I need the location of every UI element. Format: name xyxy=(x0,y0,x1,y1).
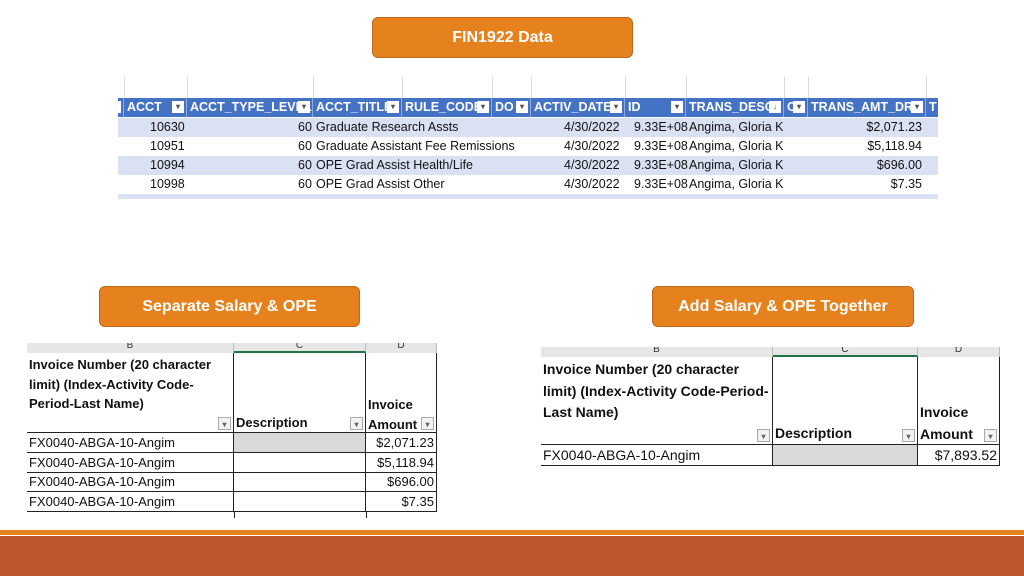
footer-bar xyxy=(0,536,1024,576)
invoice-number-cell[interactable]: FX0040-ABGA-10-Angim xyxy=(27,492,234,512)
fin1922-table: ▾ ACCT▾ ACCT_TYPE_LEVEL▾ ACCT_TITLE▾ RUL… xyxy=(118,77,938,199)
header-acct-title[interactable]: ACCT_TITLE ▾ xyxy=(313,98,402,117)
filter-dropdown-icon: ▾ xyxy=(793,101,805,113)
amount-cell[interactable]: $2,071.23 xyxy=(366,433,437,453)
header-description[interactable]: Description ▾ xyxy=(234,353,366,433)
filter-dropdown-icon: ▾ xyxy=(477,101,489,113)
footer-accent-line xyxy=(0,530,1024,535)
amount-cell[interactable]: $7,893.52 xyxy=(918,445,1000,466)
filter-dropdown-icon: ▾ xyxy=(902,429,915,442)
header-trans-desc[interactable]: TRANS_DESC ↓ xyxy=(686,98,784,117)
fin1922-data-button: FIN1922 Data xyxy=(372,17,633,58)
sort-filter-icon: ↓ xyxy=(769,101,781,113)
table-row: 10951 60 Graduate Assistant Fee Remissions… xyxy=(150,139,922,153)
description-cell[interactable] xyxy=(234,453,366,473)
filter-dropdown-icon: ▾ xyxy=(350,417,363,430)
filter-dropdown-icon: ▾ xyxy=(984,429,997,442)
filter-dropdown-icon: ▾ xyxy=(218,417,231,430)
filter-dropdown-icon: ▾ xyxy=(757,429,770,442)
header-do[interactable]: DO ▾ xyxy=(492,98,531,117)
header-invoice-amount[interactable]: Invoice Amount ▾ xyxy=(366,353,437,433)
description-cell[interactable] xyxy=(773,445,918,466)
filter-dropdown-icon: ▾ xyxy=(387,101,399,113)
amount-cell[interactable]: $7.35 xyxy=(366,492,437,512)
table-row: 10998 60 OPE Grad Assist Other 4/30/2022 9.3… xyxy=(150,177,922,191)
amount-cell[interactable]: $5,118.94 xyxy=(366,453,437,473)
description-cell[interactable] xyxy=(234,492,366,512)
filter-dropdown-icon: ▾ xyxy=(298,101,310,113)
header-id[interactable]: ID ▾ xyxy=(625,98,686,117)
header-invoice-amount[interactable]: Invoice Amount ▾ xyxy=(918,357,1000,445)
header-acct[interactable]: ACCT ▾ xyxy=(124,98,187,117)
amount-cell[interactable]: $696.00 xyxy=(366,473,437,492)
table-header: ▾ ACCT▾ ACCT_TYPE_LEVEL▾ ACCT_TITLE▾ RUL… xyxy=(118,98,938,117)
filter-dropdown-icon: ▾ xyxy=(911,101,923,113)
filter-dropdown-icon: ▾ xyxy=(671,101,683,113)
header-rule-code[interactable]: RULE_CODE ▾ xyxy=(402,98,492,117)
header-invoice-number[interactable]: Invoice Number (20 character limit) (Ind… xyxy=(27,353,234,433)
header-activ-date[interactable]: ACTIV_DATE ▾ xyxy=(531,98,625,117)
invoice-number-cell[interactable]: FX0040-ABGA-10-Angim xyxy=(541,445,773,466)
header-c[interactable]: C ▾ xyxy=(784,98,808,117)
table-row: 10630 60 Graduate Research Assts 4/30/2022 9… xyxy=(118,118,938,137)
invoice-number-cell[interactable]: FX0040-ABGA-10-Angim xyxy=(27,453,234,473)
separate-salary-ope-button: Separate Salary & OPE xyxy=(99,286,360,327)
invoice-number-cell[interactable]: FX0040-ABGA-10-Angim xyxy=(27,473,234,492)
header-invoice-number[interactable]: Invoice Number (20 character limit) (Ind… xyxy=(541,357,773,445)
header-t[interactable]: T xyxy=(926,98,938,117)
filter-dropdown-icon: ▾ xyxy=(610,101,622,113)
invoice-sheet-together: B C D Invoice Number (20 character limit… xyxy=(530,347,1005,478)
add-salary-ope-together-button: Add Salary & OPE Together xyxy=(652,286,914,327)
table-row: 10994 60 OPE Grad Assist Health/Life 4/30/2… xyxy=(118,156,938,175)
filter-dropdown-icon: ▾ xyxy=(421,417,434,430)
header-acct-type-level[interactable]: ACCT_TYPE_LEVEL ▾ xyxy=(187,98,313,117)
invoice-sheet-separate: B C D Invoice Number (20 character limit… xyxy=(17,343,440,518)
description-cell[interactable] xyxy=(234,473,366,492)
filter-dropdown-icon: ▾ xyxy=(172,101,184,113)
description-cell[interactable] xyxy=(234,433,366,453)
filter-dropdown-icon: ▾ xyxy=(516,101,528,113)
header-trans-amt-dr[interactable]: TRANS_AMT_DR ▾ xyxy=(808,98,926,117)
invoice-number-cell[interactable]: FX0040-ABGA-10-Angim xyxy=(27,433,234,453)
header-description[interactable]: Description ▾ xyxy=(773,357,918,445)
